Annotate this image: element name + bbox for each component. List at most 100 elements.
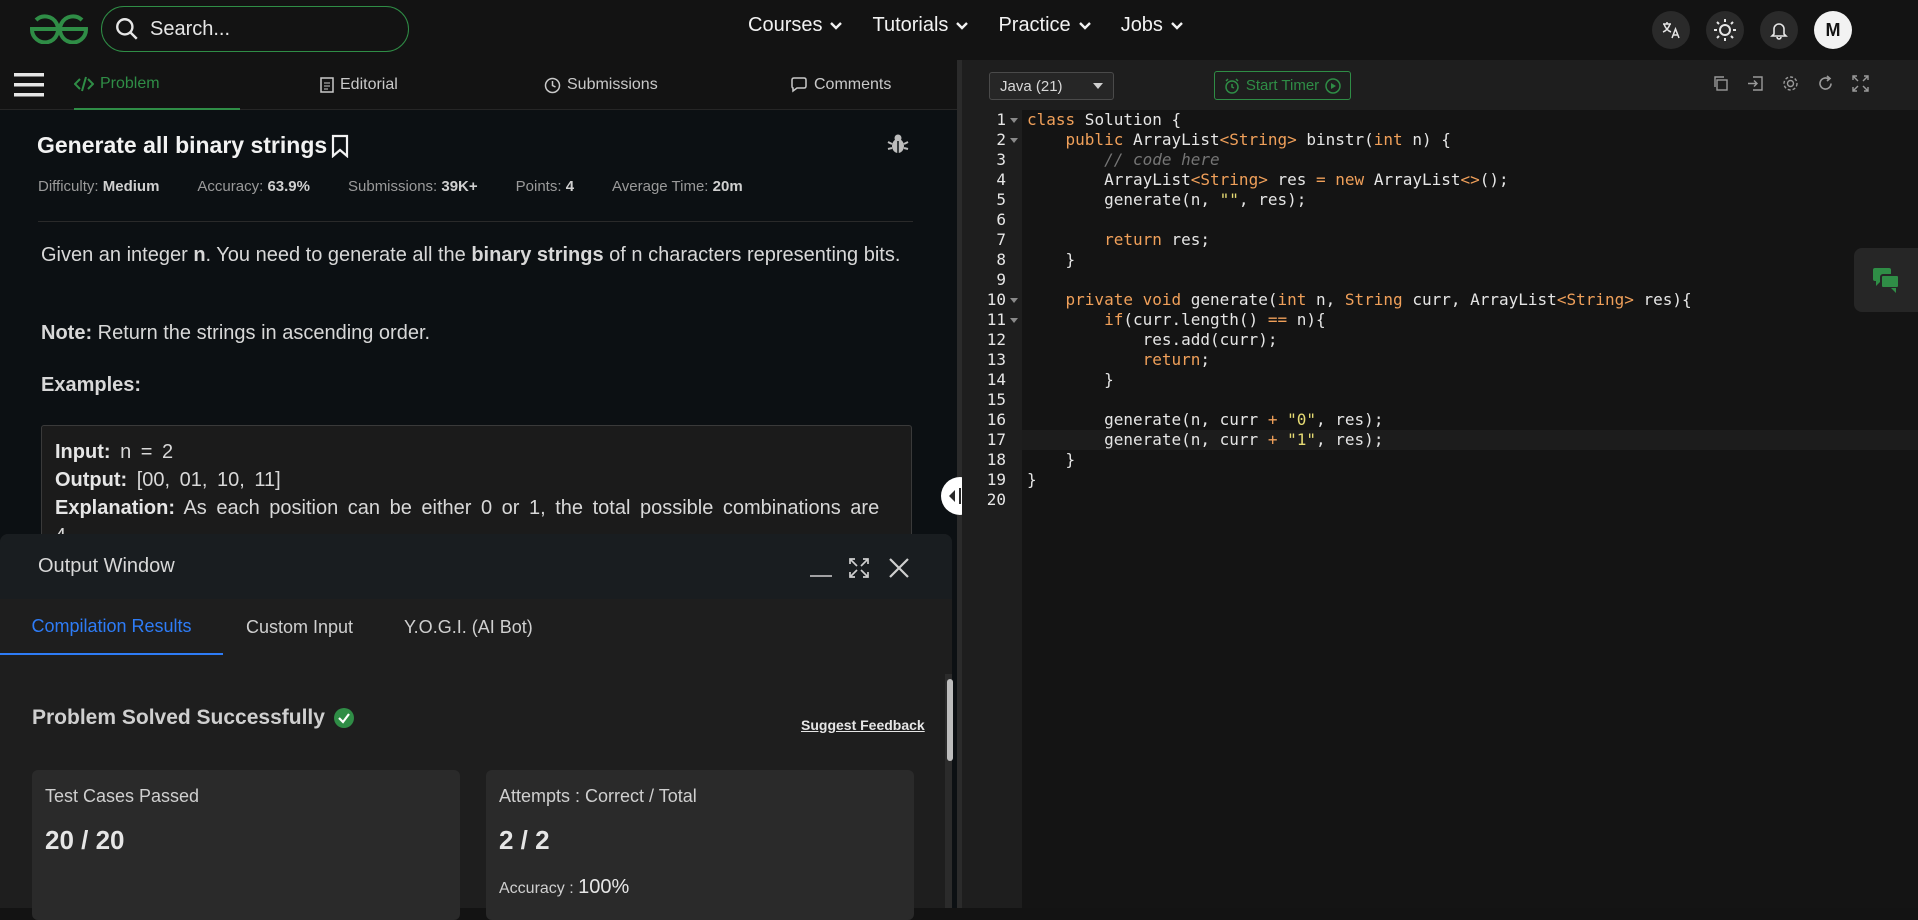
translate-button[interactable] [1652,11,1690,49]
line-number: 20 [986,490,1006,509]
code-line: generate(n, curr + "1", res); [1027,430,1384,449]
code-line: } [1027,470,1037,489]
input-label: Input: [55,441,111,463]
difficulty: Difficulty: Medium [38,178,159,195]
note-label: Note: [41,322,93,344]
code-line: public ArrayList<String> binstr(int n) { [1065,130,1451,149]
tab-compilation-results[interactable]: Compilation Results [0,599,223,655]
copy-icon[interactable] [1712,75,1729,92]
chevron-down-icon [1078,21,1091,30]
note-text: Return the strings in ascending order. [92,322,431,344]
fold-arrow-icon[interactable] [1010,136,1018,144]
page-title: Generate all binary strings [37,132,351,159]
output-value: [00, 01, 10, 11] [127,469,281,491]
close-icon[interactable] [889,558,909,578]
points-value: 4 [565,178,575,195]
tab-editorial-label: Editorial [340,76,398,93]
output-scrollbar-thumb[interactable] [947,679,953,761]
language-select-value: Java (21) [1000,77,1063,95]
line-number: 18 [986,450,1006,469]
explanation-label: Explanation: [55,497,176,519]
report-bug-icon[interactable] [886,132,910,156]
accuracy-value: 63.9% [267,178,310,195]
check-circle-icon [333,708,354,728]
code-editor[interactable]: class Solution { public ArrayList<String… [1022,110,1918,908]
input-value: n = 2 [110,441,174,463]
example-output: Output: [00, 01, 10, 11] [55,466,898,494]
fold-arrow-icon[interactable] [1010,316,1018,324]
reset-icon[interactable] [1817,75,1834,92]
line-number: 9 [996,270,1006,289]
attempts-value: 2 / 2 [499,825,550,855]
problem-note: Note: Return the strings in ascending or… [41,322,430,345]
code-line: res.add(curr); [1027,330,1278,349]
tab-comments[interactable]: Comments [790,60,891,110]
line-number: 7 [996,230,1006,249]
caret-down-icon [1093,83,1103,89]
code-line: return; [1142,350,1211,369]
fold-arrow-icon[interactable] [1010,116,1018,124]
problem-panel: Problem Editorial Submissions Comments G… [0,60,960,920]
import-icon[interactable] [1747,75,1764,92]
fold-arrow-icon[interactable] [1010,296,1018,304]
expand-icon[interactable] [849,558,869,578]
top-icons: M [1652,11,1852,49]
alarm-icon [1225,77,1239,94]
settings-icon[interactable] [1782,75,1799,92]
tab-problem[interactable]: Problem [74,60,240,110]
line-number: 11 [986,310,1006,329]
main-nav: Courses Tutorials Practice Jobs [748,14,1183,37]
nav-courses-label: Courses [748,14,823,36]
tab-yogi-ai-bot[interactable]: Y.O.G.I. (AI Bot) [404,599,533,655]
line-number: 2 [996,130,1006,149]
search-bar[interactable] [101,6,409,52]
translate-icon [1662,22,1680,39]
bell-icon [1770,23,1788,40]
line-number: 10 [986,290,1006,309]
problem-meta: Difficulty: Medium Accuracy: 63.9% Submi… [38,178,781,195]
code-icon [74,76,94,92]
start-timer-button[interactable]: Start Timer [1214,71,1351,100]
bookmark-icon[interactable] [329,134,351,158]
tab-submissions-label: Submissions [567,76,658,93]
notifications-button[interactable] [1760,11,1798,49]
avatar[interactable]: M [1814,11,1852,49]
sun-icon [1714,19,1736,41]
submissions-value: 39K+ [441,178,478,195]
examples-heading: Examples: [41,374,142,396]
chevron-down-icon [956,21,969,30]
search-input[interactable] [150,17,390,41]
tab-submissions[interactable]: Submissions [544,60,658,110]
document-icon [320,77,334,93]
nav-jobs[interactable]: Jobs [1121,14,1183,37]
nav-courses[interactable]: Courses [748,14,843,37]
tab-problem-label: Problem [100,75,160,92]
accuracy-row: Accuracy : 100% [499,876,629,899]
language-select[interactable]: Java (21) [989,72,1114,100]
code-line: return res; [1104,230,1211,249]
chat-button[interactable] [1854,248,1918,312]
tab-editorial[interactable]: Editorial [320,60,398,110]
nav-practice-label: Practice [998,14,1071,36]
line-number: 14 [986,370,1006,389]
line-number: 8 [996,250,1006,269]
line-number: 5 [996,190,1006,209]
nav-tutorials-label: Tutorials [872,14,949,36]
geeksforgeeks-logo-icon[interactable] [28,14,90,44]
tab-custom-input[interactable]: Custom Input [246,599,353,655]
menu-icon[interactable] [14,72,44,98]
minimize-icon[interactable] [810,558,832,578]
nav-tutorials[interactable]: Tutorials [872,14,969,37]
output-label: Output: [55,469,128,491]
line-number: 3 [996,150,1006,169]
line-number: 6 [996,210,1006,229]
theme-toggle-button[interactable] [1706,11,1744,49]
suggest-feedback-link[interactable]: Suggest Feedback [801,717,925,733]
avg-time-label: Average Time: [612,178,709,195]
code-line: class Solution { [1027,110,1182,129]
test-cases-card: Test Cases Passed 20 / 20 [32,770,460,920]
tab-comments-label: Comments [814,76,892,93]
nav-practice[interactable]: Practice [998,14,1091,37]
code-line: // code here [1104,150,1220,169]
fullscreen-icon[interactable] [1852,75,1869,92]
